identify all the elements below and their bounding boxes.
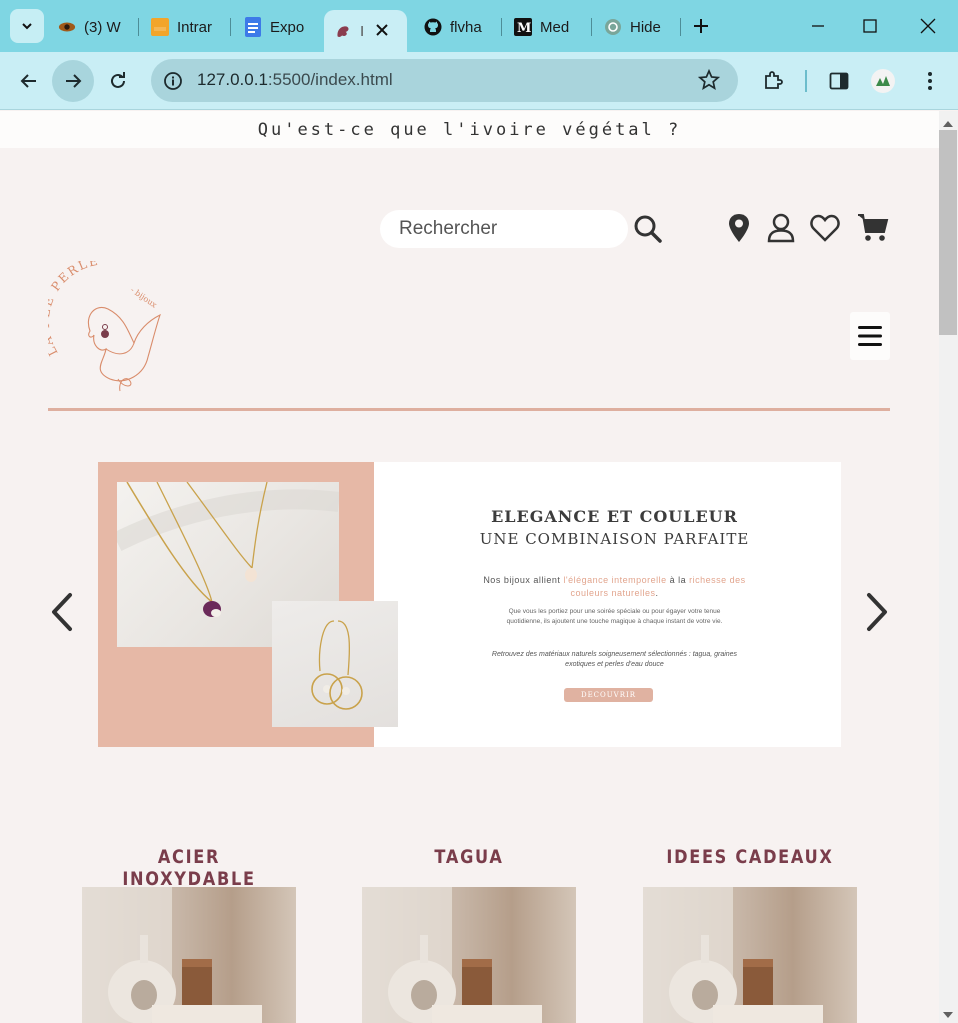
reload-icon[interactable]: [97, 60, 139, 102]
toolbar-divider: [805, 70, 807, 92]
slide-text-panel: ELEGANCE ET COULEUR UNE COMBINAISON PARF…: [388, 462, 841, 747]
category-title[interactable]: IDEES CADEAUX: [659, 846, 841, 868]
slide-intro: Nos bijoux allient l'élégance intemporel…: [478, 574, 751, 600]
tab-item-active[interactable]: I: [324, 10, 407, 52]
tab-label: I: [360, 22, 365, 40]
logo-subtext: - bijoux: [129, 285, 159, 310]
fairy-favicon-icon: [334, 22, 352, 40]
tab-item-2[interactable]: Intrar: [151, 10, 217, 44]
intro-text-b: à la: [666, 575, 690, 585]
scrollbar-thumb[interactable]: [939, 130, 957, 335]
maximize-icon[interactable]: [855, 12, 885, 40]
tab-label: (3) W: [84, 18, 121, 36]
forward-arrow-icon[interactable]: [52, 60, 94, 102]
tab-item-3[interactable]: Expo: [244, 10, 308, 44]
header-divider: [48, 408, 890, 411]
carousel-next-arrow-icon[interactable]: [862, 589, 892, 635]
carousel-slide: ELEGANCE ET COULEUR UNE COMBINAISON PARF…: [98, 462, 841, 747]
url-host: 127.0.0.1: [197, 70, 268, 89]
category-image[interactable]: [362, 887, 576, 1023]
scroll-down-arrow-icon[interactable]: [943, 1006, 953, 1018]
bookmark-star-icon[interactable]: [697, 68, 722, 93]
window-close-icon[interactable]: [913, 12, 943, 40]
wishlist-heart-icon[interactable]: [808, 211, 842, 245]
tab-item-1[interactable]: (3) W: [58, 10, 126, 44]
carousel-prev-arrow-icon[interactable]: [47, 589, 77, 635]
tab-label: Expo: [270, 18, 305, 36]
category-title[interactable]: ACIER INOXYDABLE: [98, 846, 280, 890]
side-panel-icon[interactable]: [826, 68, 852, 94]
new-tab-plus-icon[interactable]: [689, 14, 713, 38]
intranet-favicon-icon: [151, 18, 169, 36]
tab-label: Intrar: [177, 18, 213, 36]
tab-item-7[interactable]: Hide: [604, 10, 672, 44]
site-logo[interactable]: LA FEE PERLE - bijoux: [38, 253, 166, 393]
site-info-icon[interactable]: [161, 69, 185, 93]
intro-text-c: .: [655, 588, 659, 598]
category-title[interactable]: TAGUA: [378, 846, 560, 868]
slide-title: ELEGANCE ET COULEUR: [491, 507, 738, 526]
browser-tab-bar: (3) W Intrar Expo I flvha M Med Hide: [0, 0, 958, 52]
tab-close-icon[interactable]: [376, 23, 388, 40]
category-image[interactable]: [82, 887, 296, 1023]
browser-menu-icon[interactable]: [917, 68, 943, 94]
url-text[interactable]: 127.0.0.1:5500/index.html: [197, 70, 393, 90]
hamburger-menu-button[interactable]: [850, 312, 890, 360]
tab-item-5[interactable]: flvha: [424, 10, 490, 44]
tab-label: Med: [540, 18, 570, 36]
category-card-tagua[interactable]: TAGUA: [362, 846, 576, 1023]
browser-toolbar: 127.0.0.1:5500/index.html: [0, 52, 958, 110]
svg-text:M: M: [517, 21, 531, 36]
docs-favicon-icon: [244, 17, 262, 37]
slide-subtitle: UNE COMBINAISON PARFAITE: [479, 530, 750, 548]
address-bar[interactable]: 127.0.0.1:5500/index.html: [151, 59, 738, 102]
chatgpt-favicon-icon: [604, 18, 622, 36]
category-card-stainless-steel[interactable]: ACIER INOXYDABLE: [82, 846, 296, 1023]
logo-text: LA FEE PERLE: [38, 253, 99, 358]
announcement-link[interactable]: Qu'est-ce que l'ivoire végétal ?: [258, 120, 682, 140]
intro-highlight-1: l'élégance intemporelle: [563, 575, 667, 585]
svg-text:LA FEE PERLE: LA FEE PERLE: [48, 261, 101, 358]
web-page: Qu'est-ce que l'ivoire végétal ? LA FEE …: [0, 111, 939, 1023]
search-icon[interactable]: [633, 214, 663, 244]
tab-label: flvha: [450, 18, 482, 36]
extensions-puzzle-icon[interactable]: [760, 68, 786, 94]
earrings-photo: [272, 601, 398, 727]
category-card-gift-ideas[interactable]: IDEES CADEAUX: [643, 846, 857, 1023]
chevron-down-icon: [22, 23, 32, 30]
intro-text-a: Nos bijoux allient: [483, 575, 564, 585]
eye-favicon-icon: [58, 18, 76, 36]
discover-button[interactable]: DECOUVRIR: [564, 688, 653, 702]
category-image[interactable]: [643, 887, 857, 1023]
slide-materials: Retrouvez des matériaux naturels soigneu…: [491, 651, 738, 668]
search-input[interactable]: [380, 210, 628, 248]
scroll-up-arrow-icon[interactable]: [943, 115, 953, 127]
github-favicon-icon: [424, 18, 442, 36]
medium-favicon-icon: M: [514, 18, 532, 36]
slide-image-panel: [98, 462, 398, 747]
location-icon[interactable]: [722, 211, 756, 245]
profile-avatar[interactable]: [870, 68, 896, 94]
cart-icon[interactable]: [856, 211, 890, 245]
announcement-bar[interactable]: Qu'est-ce que l'ivoire végétal ?: [0, 111, 939, 148]
minimize-icon[interactable]: [803, 12, 833, 40]
slide-description: Que vous les portiez pour une soirée spé…: [506, 608, 723, 625]
tab-item-6[interactable]: M Med: [514, 10, 578, 44]
hamburger-menu-icon: [858, 326, 882, 346]
tab-label: Hide: [630, 18, 661, 36]
account-icon[interactable]: [764, 211, 798, 245]
url-path: :5500/index.html: [267, 70, 393, 89]
tab-search-button[interactable]: [10, 9, 44, 43]
back-arrow-icon[interactable]: [8, 60, 50, 102]
